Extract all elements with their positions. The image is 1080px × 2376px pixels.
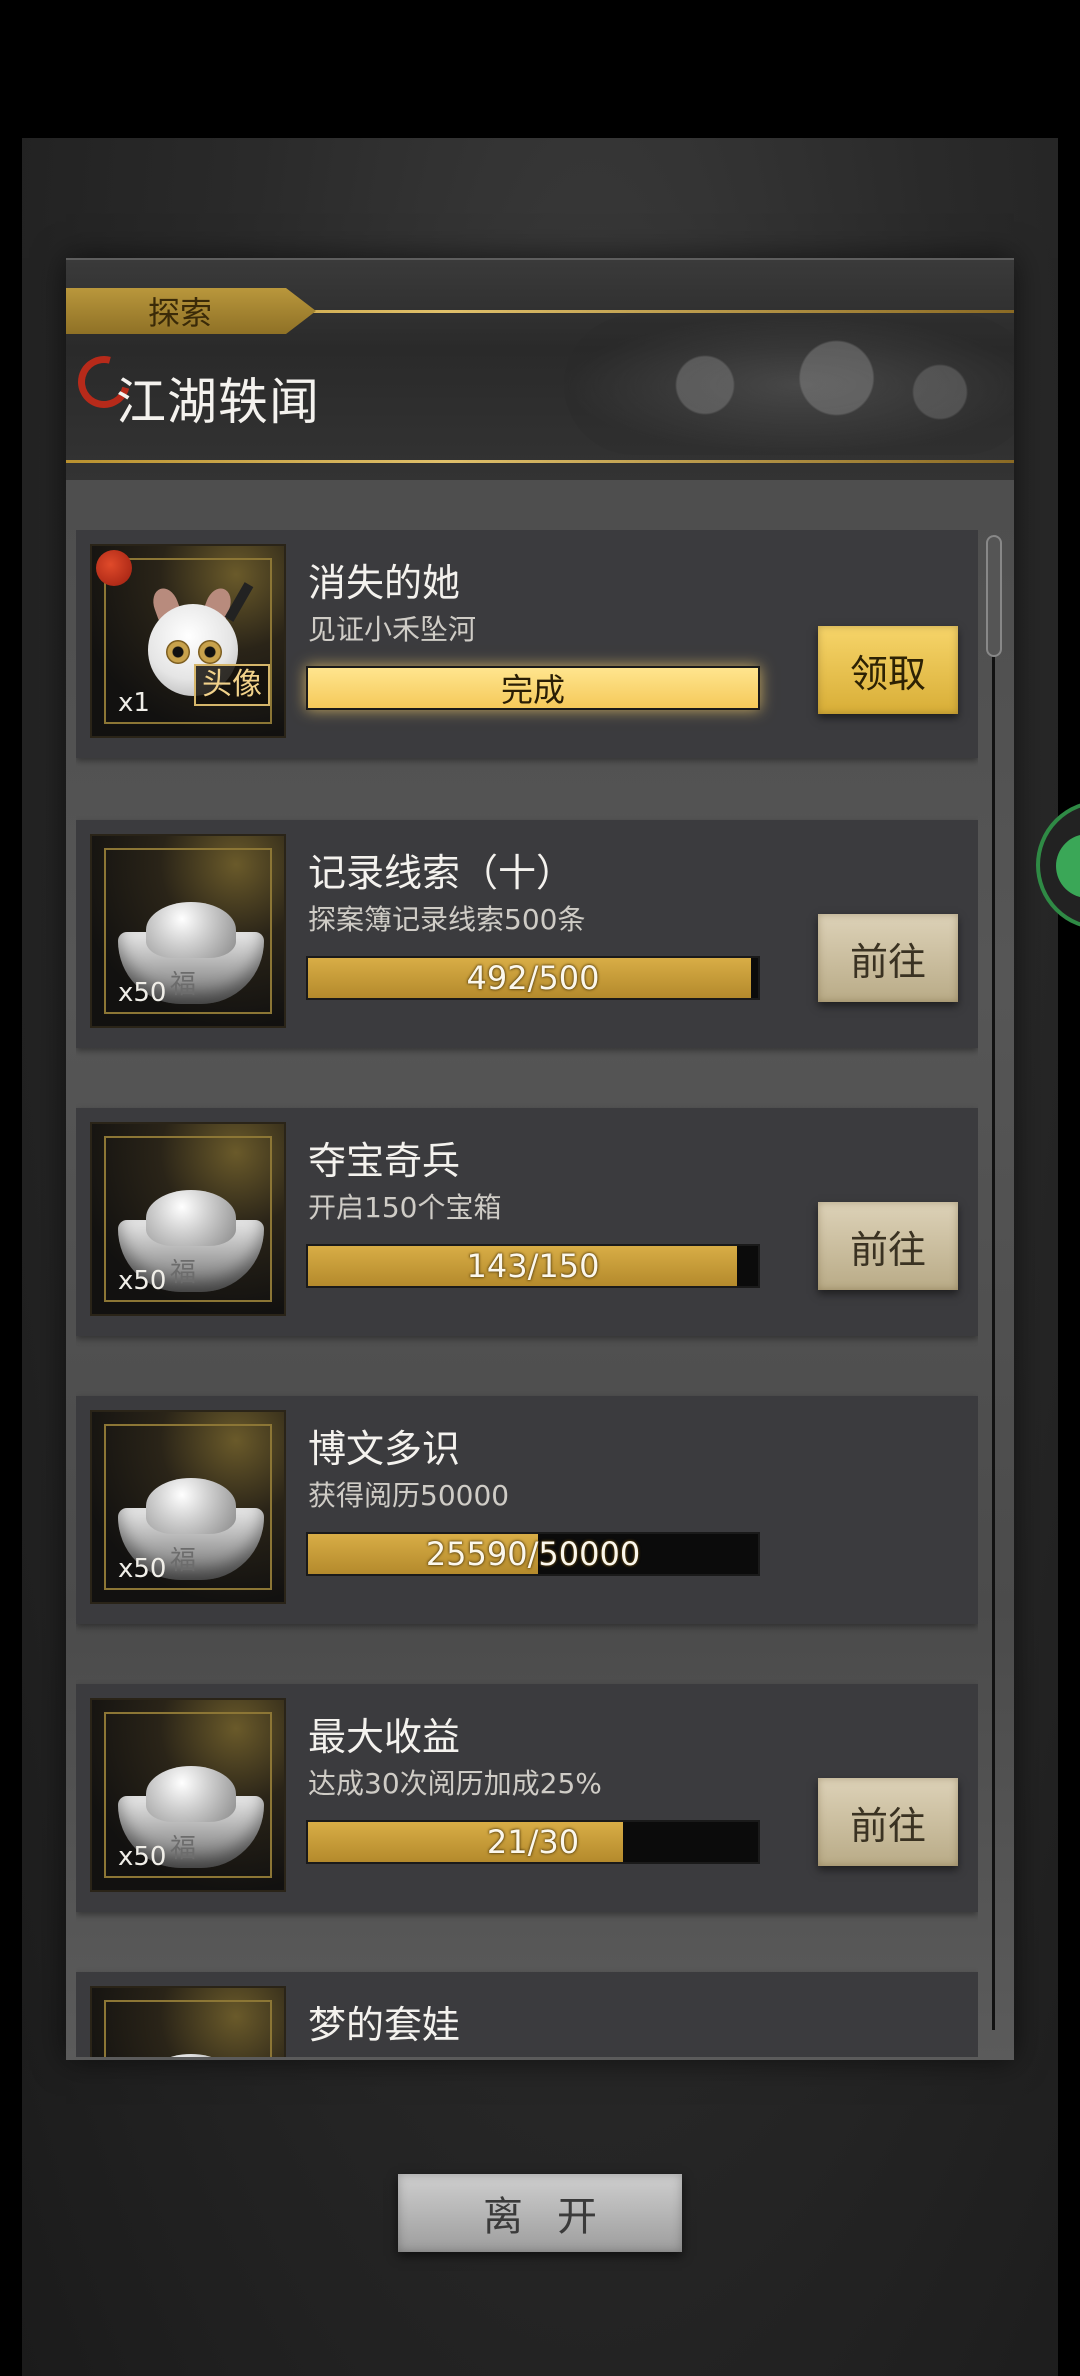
silver-ingot-icon [118,2054,264,2057]
reward-count: x50 [118,978,167,1008]
task-name: 最大收益 [308,1715,461,1759]
reward-count: x50 [118,1266,167,1296]
progress-bar: 25590/50000 [306,1532,760,1576]
reward-slot[interactable]: 福 x50 [90,1698,286,1892]
reward-count: x1 [118,688,150,718]
task-name: 梦的套娃 [308,2003,461,2047]
progress-text: 143/150 [466,1247,600,1285]
reward-type-label: 头像 [194,664,270,706]
scroll-track[interactable] [992,535,995,2030]
progress-text: 25590/50000 [425,1535,641,1573]
status-bar-area [0,0,1080,138]
progress-bar: 完成 [306,666,760,710]
task-name: 记录线索（十） [308,851,575,895]
eye-right [198,640,222,664]
category-tag: 探索 [66,288,316,334]
goto-button[interactable]: 前往 [818,1202,958,1290]
task-desc: 开启150个宝箱 [308,1191,502,1224]
task-list[interactable]: 头像 x1 消失的她 见证小禾坠河 完成 领取 福 x50 记录线索（十） 探案… [76,530,978,2057]
claim-button[interactable]: 领取 [818,626,958,714]
reward-slot[interactable]: 福 x50 [90,1122,286,1316]
reward-slot[interactable]: 头像 x1 [90,544,286,738]
task-card: 福 x50 夺宝奇兵 开启150个宝箱 143/150 前往 [76,1108,978,1336]
task-card: 福 x50 最大收益 达成30次阅历加成25% 21/30 前往 [76,1684,978,1912]
reward-frame [104,2000,272,2057]
cloud-ornament [564,315,1014,455]
eye-left [166,640,190,664]
red-dot-notification [96,550,132,586]
goto-button[interactable]: 前往 [818,914,958,1002]
task-name: 消失的她 [308,561,461,605]
leave-button[interactable]: 离开 [398,2174,682,2252]
reward-slot[interactable]: 福 x50 [90,834,286,1028]
page-title: 江湖轶闻 [116,373,320,431]
progress-text: 21/30 [486,1823,580,1861]
chat-icon [1056,834,1080,898]
header-gold-line-bottom [66,460,1014,463]
task-card: 福 x50 博文多识 获得阅历50000 25590/50000 [76,1396,978,1624]
progress-bar: 143/150 [306,1244,760,1288]
progress-bar: 492/500 [306,956,760,1000]
reward-count: x50 [118,1842,167,1872]
progress-text: 完成 [500,671,565,709]
reward-slot[interactable]: 福 x50 [90,1410,286,1604]
task-card: 头像 x1 消失的她 见证小禾坠河 完成 领取 [76,530,978,758]
goto-button[interactable]: 前往 [818,1778,958,1866]
reward-slot[interactable] [90,1986,286,2057]
task-desc: 探案簿记录线索500条 [308,903,586,936]
task-desc: 见证小禾坠河 [308,613,477,646]
task-card: 福 x50 记录线索（十） 探案簿记录线索500条 492/500 前往 [76,820,978,1048]
task-desc: 达成30次阅历加成25% [308,1767,602,1800]
task-name: 夺宝奇兵 [308,1139,461,1183]
reward-count: x50 [118,1554,167,1584]
task-card: 梦的套娃 [76,1972,978,2057]
progress-text: 492/500 [466,959,600,997]
scroll-thumb[interactable] [986,535,1002,657]
category-tag-label: 探索 [148,294,213,332]
progress-bar: 21/30 [306,1820,760,1864]
task-desc: 获得阅历50000 [308,1479,510,1512]
task-name: 博文多识 [308,1427,461,1471]
